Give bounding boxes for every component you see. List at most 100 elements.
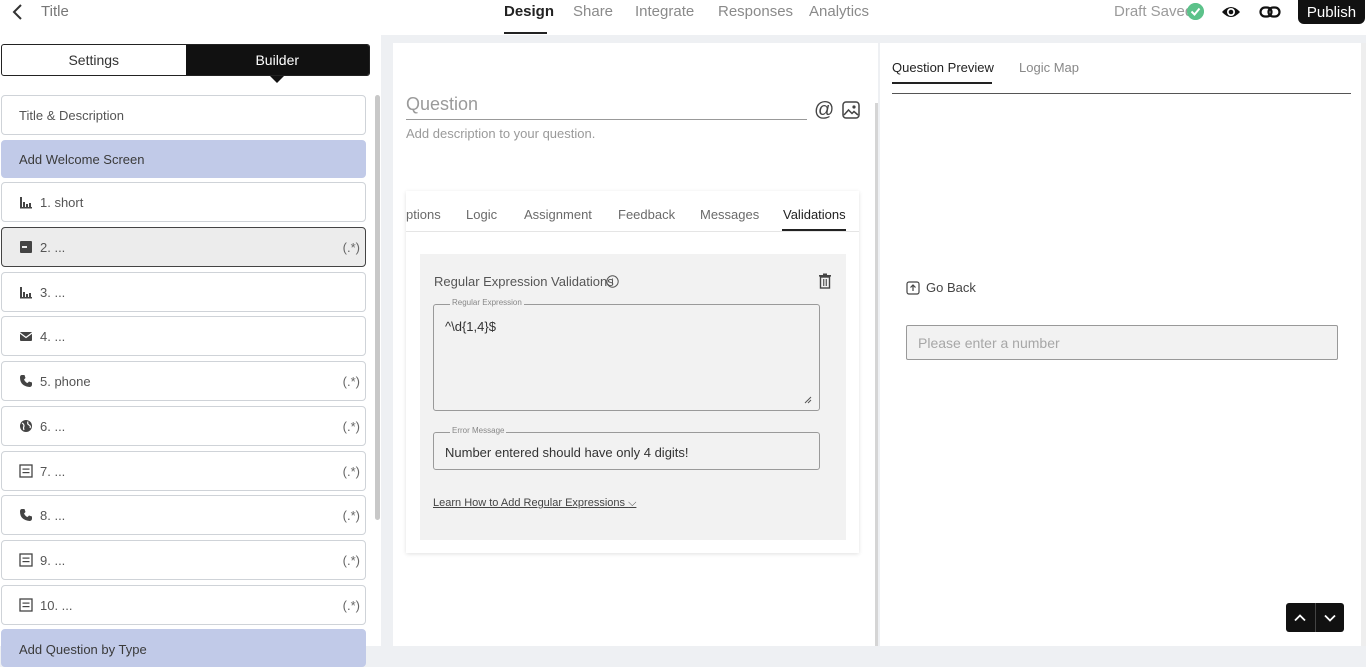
error-field-label: Error Message (450, 426, 507, 435)
link-icon[interactable] (1259, 3, 1281, 21)
sidebar-item-question-1[interactable]: 1. short (1, 182, 366, 222)
mail-icon (19, 332, 33, 341)
sidebar-item-question-4[interactable]: 4. ... (1, 316, 366, 356)
regex-value: ^\d{1,4}$ (445, 319, 496, 334)
info-icon[interactable] (606, 275, 619, 288)
regex-validation-panel: Regular Expression Validations Regular E… (420, 254, 846, 540)
regex-badge: (.*) (342, 239, 360, 255)
list-icon (19, 553, 33, 567)
list-icon (19, 598, 33, 612)
sidebar-item-label: Add Welcome Screen (19, 151, 145, 167)
previous-button[interactable] (1286, 603, 1316, 632)
sidebar-item-label: 3. ... (40, 284, 66, 300)
top-bar: Title Design Share Integrate Responses A… (0, 0, 1366, 35)
error-message-field[interactable]: Error Message Number entered should have… (433, 426, 820, 470)
bars-icon (20, 287, 32, 299)
tab-question-preview[interactable]: Question Preview (892, 60, 994, 75)
sidebar-item-title-description[interactable]: Title & Description (1, 95, 366, 135)
tab-analytics[interactable]: Analytics (809, 3, 869, 20)
image-icon[interactable] (842, 101, 860, 119)
learn-regex-link[interactable]: Learn How to Add Regular Expressions ⌵ (433, 497, 636, 510)
regex-badge: (.*) (342, 463, 360, 479)
preview-scrollbar[interactable] (1361, 43, 1366, 646)
regex-textarea[interactable]: Regular Expression ^\d{1,4}$ (433, 298, 820, 411)
preview-panel: Question Preview Logic Map Go Back Pleas… (880, 43, 1366, 646)
add-welcome-screen-button[interactable]: Add Welcome Screen (1, 140, 366, 178)
sidebar-item-label: 10. ... (40, 597, 73, 613)
publish-button[interactable]: Publish (1298, 0, 1365, 24)
add-question-button[interactable]: Add Question by Type (1, 629, 366, 667)
sidebar-item-question-8[interactable]: 8. ... (.*) (1, 495, 366, 535)
sidebar-item-label: 9. ... (40, 552, 66, 568)
question-underline (406, 119, 807, 120)
subtab-options[interactable]: ptions (406, 207, 441, 222)
check-circle-icon (1187, 3, 1204, 20)
sidebar-item-question-3[interactable]: 3. ... (1, 272, 366, 312)
sidebar-item-label: 8. ... (40, 507, 66, 523)
phone-icon (20, 375, 32, 387)
chevron-down-icon (1324, 614, 1336, 622)
sidebar-item-label: 7. ... (40, 463, 66, 479)
sidebar-item-question-6[interactable]: 6. ... (.*) (1, 406, 366, 446)
regex-badge: (.*) (342, 418, 360, 434)
error-message-value: Number entered should have only 4 digits… (445, 445, 689, 460)
sidebar-item-label: 6. ... (40, 418, 66, 434)
regex-badge: (.*) (342, 597, 360, 613)
tab-share[interactable]: Share (573, 3, 613, 20)
subtab-feedback[interactable]: Feedback (618, 207, 675, 222)
regex-badge: (.*) (342, 507, 360, 523)
subtab-validations[interactable]: Validations (783, 207, 846, 222)
number-icon (20, 241, 32, 253)
subtab-divider (406, 231, 859, 232)
form-title[interactable]: Title (41, 3, 69, 20)
preview-tab-divider (892, 93, 1351, 94)
eye-icon[interactable] (1221, 2, 1241, 22)
globe-icon (20, 420, 32, 432)
arrow-up-box-icon (906, 280, 920, 295)
sidebar-item-label: 4. ... (40, 328, 66, 344)
preview-tab-indicator (892, 82, 992, 84)
number-input[interactable]: Please enter a number (906, 325, 1338, 360)
subtab-assignment[interactable]: Assignment (524, 207, 592, 222)
back-arrow-icon[interactable] (8, 2, 28, 22)
subtab-messages[interactable]: Messages (700, 207, 759, 222)
sidebar-item-question-10[interactable]: 10. ... (.*) (1, 585, 366, 625)
sidebar-item-label: Title & Description (19, 107, 124, 123)
question-input[interactable]: Question (406, 94, 478, 115)
go-back-label: Go Back (926, 280, 976, 295)
go-back-button[interactable]: Go Back (906, 280, 976, 295)
regex-badge: (.*) (342, 552, 360, 568)
bars-icon (20, 197, 32, 209)
question-editor: Question Add description to your questio… (393, 43, 878, 646)
chevron-up-icon (1294, 613, 1306, 621)
sidebar-item-label: 1. short (40, 194, 84, 210)
question-nav-buttons (1286, 603, 1344, 632)
sidebar-item-question-5[interactable]: 5. phone (.*) (1, 361, 366, 401)
settings-segment[interactable]: Settings (2, 45, 186, 75)
sidebar-item-label: 2. ... (40, 239, 66, 255)
chevron-down-icon: ⌵ (628, 497, 637, 509)
sidebar-item-question-9[interactable]: 9. ... (.*) (1, 540, 366, 580)
delete-icon[interactable] (818, 273, 832, 289)
sidebar-item-question-7[interactable]: 7. ... (.*) (1, 451, 366, 491)
mention-icon[interactable]: @ (814, 99, 834, 122)
editor-scrollbar[interactable] (875, 103, 878, 646)
tab-design[interactable]: Design (504, 3, 554, 20)
active-tab-indicator (504, 32, 547, 34)
subtab-logic[interactable]: Logic (466, 207, 497, 222)
validation-title: Regular Expression Validations (434, 274, 614, 289)
tab-integrate[interactable]: Integrate (635, 3, 694, 20)
tab-logic-map[interactable]: Logic Map (1019, 60, 1079, 75)
sidebar-item-question-2[interactable]: 2. ... (.*) (1, 227, 366, 267)
settings-subtabs: ptions Logic Assignment Feedback Message… (406, 191, 859, 232)
next-button[interactable] (1316, 603, 1345, 632)
sidebar-scrollbar[interactable] (375, 95, 380, 520)
resize-handle-icon[interactable] (804, 396, 812, 404)
sidebar-item-label: 5. phone (40, 373, 91, 389)
list-icon (19, 464, 33, 478)
description-input[interactable]: Add description to your question. (406, 126, 595, 141)
builder-segment[interactable]: Builder (185, 45, 369, 75)
phone-icon (20, 509, 32, 521)
tab-responses[interactable]: Responses (718, 3, 793, 20)
settings-builder-toggle: Settings Builder (1, 44, 370, 76)
